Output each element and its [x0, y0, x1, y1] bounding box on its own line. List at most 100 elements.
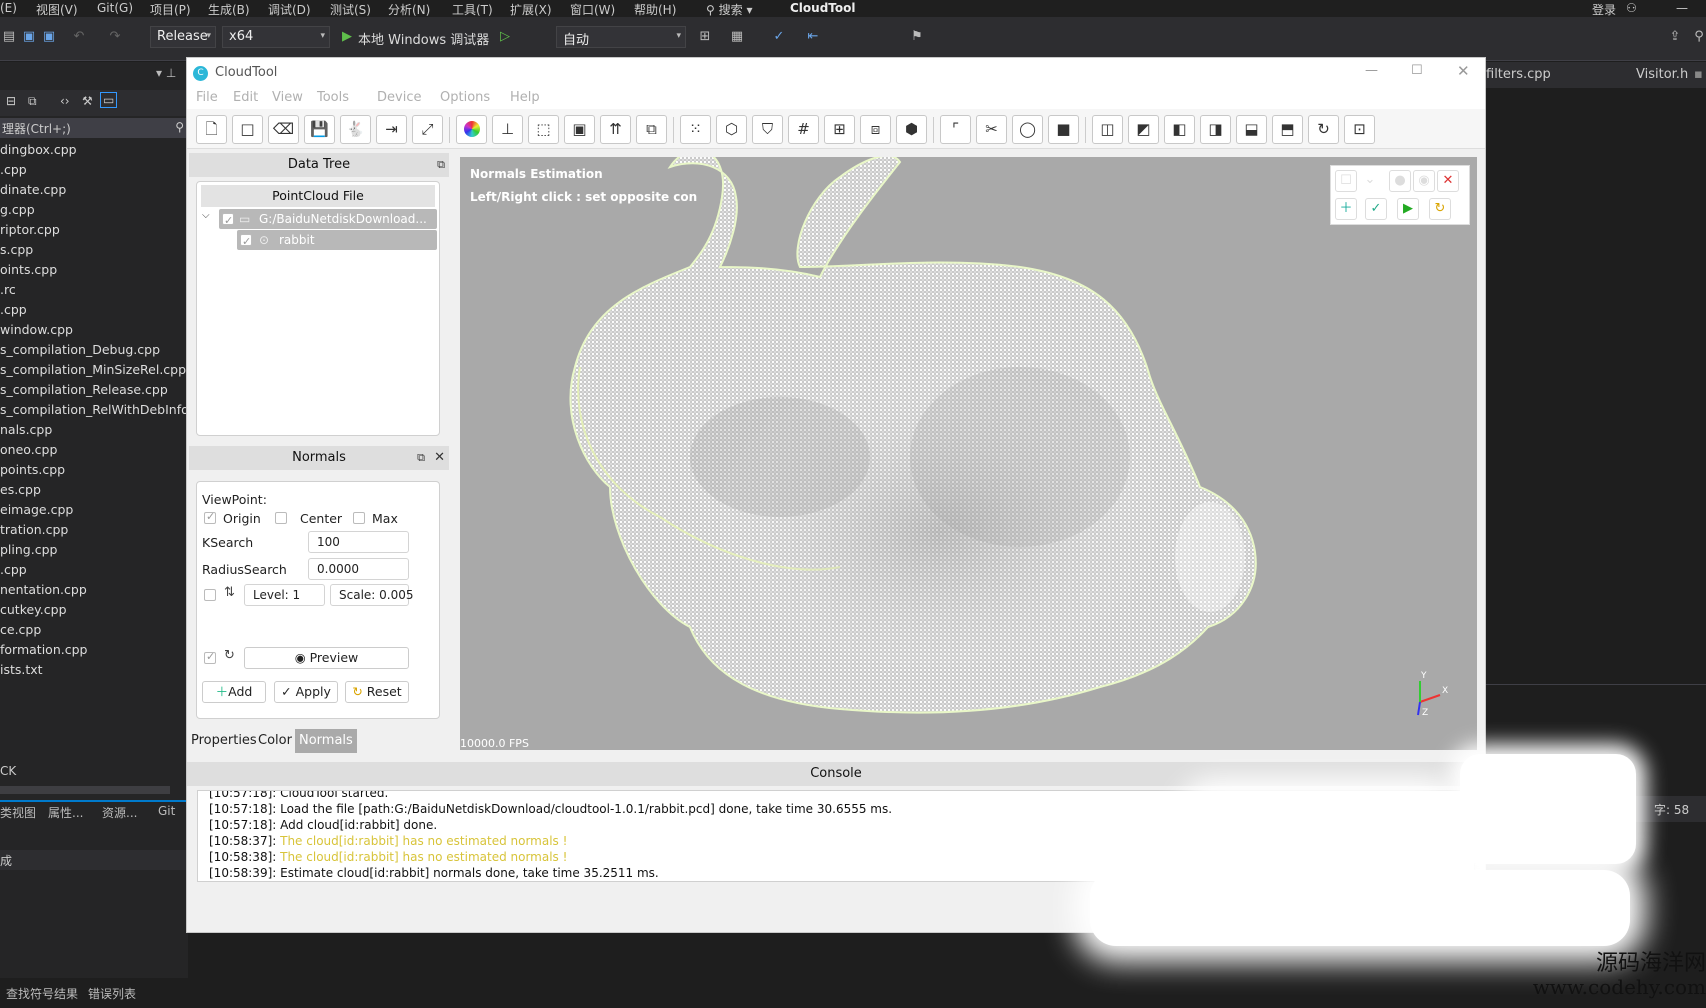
bunny-icon[interactable]: 🐇	[340, 115, 371, 144]
solution-file-item[interactable]: nals.cpp	[0, 422, 188, 437]
float-icon[interactable]: ⧉	[417, 446, 425, 470]
solution-file-item[interactable]: ists.txt	[0, 662, 188, 677]
run-debugger-button[interactable]: 本地 Windows 调试器	[358, 29, 489, 48]
ksearch-input[interactable]: 100	[308, 531, 409, 553]
merge-icon[interactable]: ⇥	[376, 115, 407, 144]
solution-file-item[interactable]: nentation.cpp	[0, 582, 188, 597]
vs-search[interactable]: ⚲ 搜索 ▾	[706, 1, 752, 18]
solid-cube-icon[interactable]: ⬢	[896, 115, 927, 144]
redo-icon[interactable]: ↷	[106, 29, 124, 45]
preview-icon[interactable]: ▭	[100, 92, 118, 108]
solution-file-item[interactable]: s.cpp	[0, 242, 188, 257]
background-icon[interactable]: ■	[1048, 115, 1079, 144]
solution-file-item[interactable]: ce.cpp	[0, 622, 188, 637]
max-checkbox[interactable]	[353, 512, 365, 524]
reset-view-icon[interactable]: ↻	[1308, 115, 1339, 144]
vs-menu-debug[interactable]: 调试(D)	[268, 1, 311, 18]
error-list-tab[interactable]: 错误列表	[88, 985, 136, 1002]
find-symbol-results-tab[interactable]: 查找符号结果	[6, 985, 78, 1002]
clone-icon[interactable]: ⧉	[636, 115, 667, 144]
vs-menu-project[interactable]: 项目(P)	[150, 1, 191, 18]
solution-file-item[interactable]: .cpp	[0, 302, 188, 317]
save-all-icon[interactable]: ▣	[40, 29, 58, 45]
vs-menu-analyze[interactable]: 分析(N)	[388, 1, 430, 18]
cut-icon[interactable]: ✂	[976, 115, 1007, 144]
tree-item-file[interactable]: ▭ G:/BaiduNetdiskDownload...	[219, 209, 437, 229]
axes-icon[interactable]: ⊥	[492, 115, 523, 144]
color-wheel-icon[interactable]	[456, 115, 487, 144]
vs-menu-help[interactable]: 帮助(H)	[634, 1, 676, 18]
solution-file-item[interactable]: .cpp	[0, 162, 188, 177]
tab-resources[interactable]: 资源...	[102, 804, 137, 821]
scale-input[interactable]: Scale: 0.005	[330, 584, 414, 606]
radius-input[interactable]: 0.0000	[308, 558, 409, 580]
save-icon[interactable]: ▣	[20, 29, 38, 45]
close-icon[interactable]: ▪	[1694, 67, 1703, 82]
tab-color[interactable]: Color	[254, 729, 296, 753]
file-checkbox[interactable]	[222, 211, 234, 229]
3d-viewport[interactable]: Normals Estimation Left/Right click : se…	[460, 157, 1477, 750]
vs-login[interactable]: 登录	[1592, 1, 1616, 18]
play-icon[interactable]: ▶	[1397, 198, 1419, 220]
start-without-debug-icon[interactable]: ▷	[496, 29, 514, 45]
solution-file-item[interactable]: s_compilation_Debug.cpp	[0, 342, 188, 357]
right-view-icon[interactable]: ◨	[1200, 115, 1231, 144]
center-checkbox[interactable]	[275, 512, 287, 524]
ring-icon[interactable]: ◉	[1413, 170, 1435, 192]
code-icon[interactable]: ‹›	[60, 94, 70, 108]
tab-visitor-h[interactable]: Visitor.h	[1636, 67, 1688, 82]
menu-edit[interactable]: Edit	[233, 90, 258, 105]
menu-view[interactable]: View	[272, 90, 303, 105]
top-view-icon[interactable]: ⬓	[1236, 115, 1267, 144]
screenshot-icon[interactable]: ⊡	[1344, 115, 1375, 144]
add-button[interactable]: ＋Add	[202, 681, 266, 703]
open-folder-icon[interactable]: ▤	[0, 29, 18, 45]
new-icon[interactable]: □	[232, 115, 263, 144]
vs-menu-view[interactable]: 视图(V)	[36, 1, 78, 18]
cloud-checkbox[interactable]	[240, 232, 252, 250]
maximize-icon[interactable]: ☐	[1411, 63, 1423, 78]
check-icon[interactable]: ✓	[1365, 198, 1387, 220]
apply-button[interactable]: ✓ Apply	[274, 681, 338, 703]
tab-properties[interactable]: Properties	[187, 729, 261, 753]
cluster-icon[interactable]: ⊞	[824, 115, 855, 144]
share-icon[interactable]: ⇪	[1666, 29, 1684, 45]
transform-icon[interactable]: ⤢	[412, 115, 443, 144]
spell-icon[interactable]: ✓	[770, 29, 788, 45]
save-icon[interactable]: 💾	[304, 115, 335, 144]
filled-circle-icon[interactable]: ●	[1389, 170, 1411, 192]
tab-class-view[interactable]: 类视图	[0, 804, 36, 821]
multi-select-icon[interactable]: ⧈	[860, 115, 891, 144]
vs-menu-extensions[interactable]: 扩展(X)	[510, 1, 552, 18]
solution-file-item[interactable]: g.cpp	[0, 202, 188, 217]
chevron-down-icon[interactable]: ⌵	[202, 210, 210, 221]
solution-file-item[interactable]: dinate.cpp	[0, 182, 188, 197]
reset-button[interactable]: ↻ Reset	[345, 681, 409, 703]
clean-icon[interactable]: ⌫	[268, 115, 299, 144]
collapse-icon[interactable]: ⊟	[6, 94, 16, 108]
new-file-icon[interactable]: 🗋	[196, 115, 227, 144]
solution-file-item[interactable]: dingbox.cpp	[0, 142, 188, 157]
corner-icon[interactable]: ⌜	[940, 115, 971, 144]
layout-icon[interactable]: ▦	[728, 29, 746, 45]
solution-file-item[interactable]: window.cpp	[0, 322, 188, 337]
filter-icon[interactable]: ⛉	[752, 115, 783, 144]
tab-filters-cpp[interactable]: filters.cpp	[1486, 67, 1551, 82]
menu-device[interactable]: Device	[377, 90, 421, 105]
solution-file-item[interactable]: cutkey.cpp	[0, 602, 188, 617]
vs-menu-edit[interactable]: (E)	[0, 1, 17, 15]
float-icon[interactable]: ⧉	[437, 153, 445, 177]
solution-file-item[interactable]: s_compilation_Release.cpp	[0, 382, 188, 397]
tree-item-cloud[interactable]: ⊙ rabbit	[237, 230, 437, 250]
vs-menu-test[interactable]: 测试(S)	[330, 1, 371, 18]
solution-file-item[interactable]: oints.cpp	[0, 262, 188, 277]
left-view-icon[interactable]: ◧	[1164, 115, 1195, 144]
solution-file-item[interactable]: points.cpp	[0, 462, 188, 477]
auto-preview-checkbox[interactable]	[204, 650, 216, 664]
minimize-icon[interactable]: —	[1676, 1, 1688, 15]
grid-icon[interactable]: #	[788, 115, 819, 144]
boundingbox-icon[interactable]: ⬚	[528, 115, 559, 144]
menu-options[interactable]: Options	[440, 90, 490, 105]
wrench-icon[interactable]: ⚒	[82, 94, 93, 108]
minimize-icon[interactable]: —	[1365, 63, 1378, 78]
